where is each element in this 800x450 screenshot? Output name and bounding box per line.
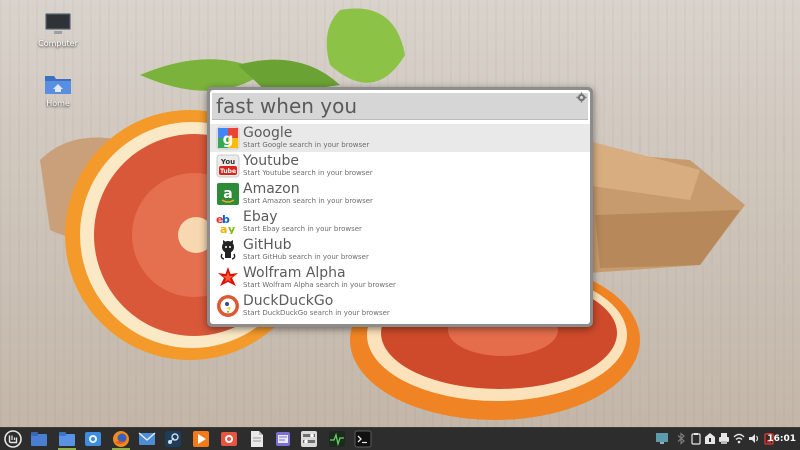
taskbar: 16:01 <box>0 427 800 450</box>
svg-text:a: a <box>223 186 232 202</box>
result-subtitle: Start Youtube search in your browser <box>243 169 373 177</box>
printer-icon[interactable] <box>718 432 730 445</box>
terminal-icon[interactable] <box>354 430 372 448</box>
files-icon[interactable] <box>58 430 76 448</box>
result-title: GitHub <box>243 237 292 253</box>
volume-icon[interactable] <box>748 432 760 445</box>
google-icon: g <box>216 126 240 150</box>
home-folder-icon <box>45 76 71 94</box>
result-title: Google <box>243 125 293 141</box>
ebay-icon: e b a y <box>216 213 235 234</box>
svg-text:a: a <box>220 223 227 234</box>
launcher-window: g Google Start Google search in your bro… <box>207 87 593 327</box>
result-github[interactable]: GitHub Start GitHub search in your brows… <box>210 236 590 264</box>
svg-text:g: g <box>223 130 234 148</box>
svg-text:Tube: Tube <box>220 168 236 175</box>
result-subtitle: Start Google search in your browser <box>243 141 370 149</box>
result-ebay[interactable]: e b a y Ebay Start Ebay search in your b… <box>210 208 590 236</box>
screenshot-icon[interactable] <box>84 430 102 448</box>
system-monitor-icon[interactable] <box>328 430 346 448</box>
desktop-icon-home[interactable]: Home <box>28 72 88 108</box>
document-icon[interactable] <box>248 430 266 448</box>
result-subtitle: Start Ebay search in your browser <box>243 225 362 233</box>
firefox-icon[interactable] <box>112 430 130 448</box>
duckduckgo-icon <box>217 295 239 317</box>
result-subtitle: Start Wolfram Alpha search in your brows… <box>243 281 396 289</box>
svg-text:y: y <box>228 223 235 234</box>
desktop-icon-computer[interactable]: Computer <box>28 12 88 48</box>
result-subtitle: Start Amazon search in your browser <box>243 197 373 205</box>
image-viewer-icon[interactable] <box>220 430 238 448</box>
desktop-icon-label: Home <box>46 99 70 108</box>
text-editor-icon[interactable] <box>274 430 292 448</box>
wifi-icon[interactable] <box>733 432 745 445</box>
desktop-icon-label: Computer <box>38 39 78 48</box>
result-wolfram-alpha[interactable]: Wolfram Alpha Start Wolfram Alpha search… <box>210 264 590 292</box>
result-subtitle: Start GitHub search in your browser <box>243 253 369 261</box>
mint-menu-icon[interactable] <box>4 430 22 448</box>
result-google[interactable]: g Google Start Google search in your bro… <box>210 124 590 152</box>
result-duckduckgo[interactable]: DuckDuckGo Start DuckDuckGo search in yo… <box>210 292 590 320</box>
display-icon[interactable] <box>655 432 669 445</box>
youtube-icon: You Tube <box>216 154 240 178</box>
mail-icon[interactable] <box>138 430 156 448</box>
clock[interactable]: 16:01 <box>767 428 796 450</box>
gear-icon[interactable] <box>576 92 587 103</box>
github-icon <box>220 240 236 260</box>
monitor-icon <box>44 12 72 34</box>
svg-text:You: You <box>220 158 235 166</box>
bluetooth-icon[interactable] <box>675 432 687 445</box>
amazon-icon: a <box>217 183 239 205</box>
result-title: Wolfram Alpha <box>243 265 346 281</box>
result-amazon[interactable]: a Amazon Start Amazon search in your bro… <box>210 180 590 208</box>
search-input[interactable] <box>212 93 588 120</box>
show-desktop-icon[interactable] <box>30 430 48 448</box>
media-player-icon[interactable] <box>192 430 210 448</box>
launcher-panel: g Google Start Google search in your bro… <box>210 90 590 324</box>
result-title: Amazon <box>243 181 300 197</box>
steam-icon[interactable] <box>164 430 182 448</box>
result-title: Youtube <box>243 153 299 169</box>
result-title: DuckDuckGo <box>243 293 334 309</box>
result-youtube[interactable]: You Tube Youtube Start Youtube search in… <box>210 152 590 180</box>
wolfram-alpha-icon <box>218 267 238 286</box>
result-title: Ebay <box>243 209 278 225</box>
clipboard-icon[interactable] <box>690 432 702 445</box>
results-list: g Google Start Google search in your bro… <box>210 124 590 320</box>
system-settings-icon[interactable] <box>300 430 318 448</box>
result-subtitle: Start DuckDuckGo search in your browser <box>243 309 390 317</box>
update-icon[interactable] <box>704 432 716 445</box>
